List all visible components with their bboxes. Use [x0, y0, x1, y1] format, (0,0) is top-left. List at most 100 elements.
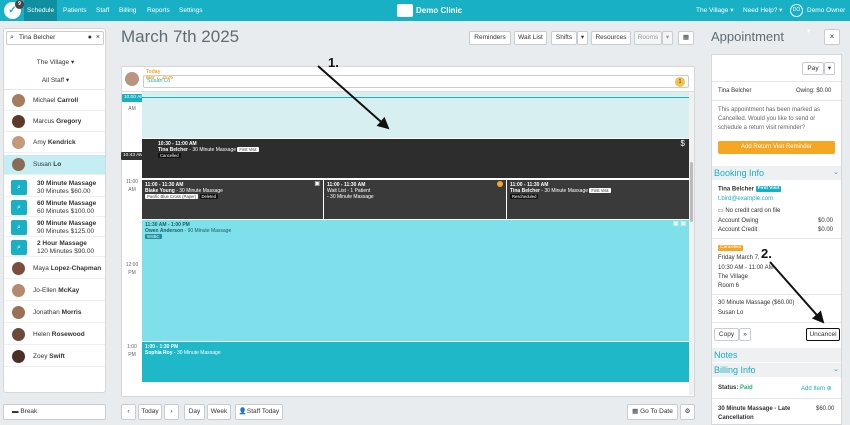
week-view-button[interactable]: Week — [207, 404, 231, 420]
calendar-view-button[interactable]: ▦ — [678, 31, 694, 45]
past-time-shade — [142, 92, 689, 138]
nav-staff[interactable]: Staff — [93, 0, 112, 21]
briefcase-icon: ▣ ▣ — [672, 221, 686, 227]
staff-row-jo-ellen-mckay[interactable]: Jo-Ellen McKay — [4, 281, 105, 301]
service-detail: 60 Minutes $100.00 — [37, 208, 95, 215]
add-item-button[interactable]: Add Item ⊕ — [801, 385, 832, 392]
calendar-scrollbar[interactable] — [689, 92, 694, 395]
staff-row-marcus-gregory[interactable]: Marcus Gregory — [4, 112, 105, 132]
owing-amount: Owing: $0.00 — [796, 88, 832, 94]
copy-button[interactable]: Copy — [714, 328, 739, 341]
nav-patients[interactable]: Patients — [60, 0, 90, 21]
booking-info-header[interactable]: Booking Info ⌄ — [712, 166, 841, 180]
staff-row-jonathan-morris[interactable]: Jonathan Morris — [4, 303, 105, 323]
reminders-button[interactable]: Reminders — [469, 31, 511, 45]
user-avatar[interactable]: DO — [790, 4, 803, 17]
nav-reports[interactable]: Reports — [144, 0, 173, 21]
appointment-waitlist[interactable]: 11:00 - 11:30 AM Wait List - 1 Patient -… — [324, 180, 506, 219]
shifts-button[interactable]: Shifts — [551, 31, 577, 45]
staff-name: Susan Lo — [33, 161, 62, 168]
staff-row-maya-lopez-chapman[interactable]: Maya Lopez-Chapman — [4, 259, 105, 279]
shifts-dropdown-toggle[interactable]: ▾ — [577, 31, 588, 45]
staff-row-susan-lo[interactable]: Susan Lo — [4, 155, 105, 175]
resources-button[interactable]: Resources — [591, 31, 631, 45]
avatar — [12, 306, 25, 319]
location-menu[interactable]: The Village ▾ — [693, 0, 736, 21]
clear-icon[interactable]: × — [96, 32, 100, 44]
service-row[interactable]: ⌕ 2 Hour Massage 120 Minutes $90.00 — [4, 237, 105, 257]
avatar — [12, 94, 25, 107]
nav-settings[interactable]: Settings — [176, 0, 206, 21]
status-badge: Rescheduled — [510, 194, 539, 199]
staff-row-michael-carroll[interactable]: Michael Carroll — [4, 91, 105, 111]
appointment-tina-belcher-cancelled[interactable]: 10:30 - 11:00 AM Tina Belcher - 30 Minut… — [142, 139, 689, 178]
staff-name: Jonathan Morris — [33, 309, 82, 316]
cancel-message: schedule a return visit reminder? — [718, 125, 806, 131]
service-row[interactable]: ⌕ 30 Minute Massage 30 Minutes $60.00 — [4, 177, 105, 197]
chevron-right-icon: › — [170, 408, 173, 415]
staff-filter-dropdown[interactable]: All Staff ▾ — [4, 76, 107, 84]
user-menu[interactable]: Demo Owner ▾ — [804, 0, 850, 35]
patient-name: Tina Belcher — [718, 88, 752, 94]
waitlist-button[interactable]: Wait List — [514, 31, 547, 45]
calendar-grid[interactable]: 10:30 - 11:00 AM Tina Belcher - 30 Minut… — [142, 92, 689, 395]
uncancel-button[interactable]: Uncancel — [806, 328, 840, 341]
appointment-blake-young[interactable]: 11:00 - 11:30 AM Blake Young - 30 Minute… — [142, 180, 323, 219]
rooms-dropdown-toggle[interactable]: ▾ — [662, 31, 673, 45]
patient-email[interactable]: t.bird@example.com — [718, 196, 773, 202]
nav-billing[interactable]: Billing — [116, 0, 139, 21]
clinic-brand: Demo Clinic — [397, 3, 462, 18]
booking-patient[interactable]: Tina Belcher First Visit — [718, 186, 782, 193]
appointment-tina-belcher-rescheduled[interactable]: 11:00 - 11:30 AM Tina Belcher - 30 Minut… — [507, 180, 689, 219]
staff-row-amy-kendrick[interactable]: Amy Kendrick — [4, 133, 105, 153]
first-visit-tag: First Visit — [237, 147, 259, 152]
day-view-button[interactable]: Day — [184, 404, 205, 420]
close-button[interactable]: × — [824, 29, 840, 45]
pay-button[interactable]: Pay — [802, 62, 824, 75]
avatar — [12, 262, 25, 275]
pay-dropdown-toggle[interactable]: ▾ — [824, 62, 835, 75]
time-label: 1:00 — [127, 344, 137, 350]
billing-info-header[interactable]: Billing Info ⌄ — [712, 363, 841, 377]
staff-name: Michael Carroll — [33, 97, 79, 104]
service-row[interactable]: ⌕ 90 Minute Massage 90 Minutes $125.00 — [4, 217, 105, 237]
appointment-count-badge: 1 — [675, 77, 685, 87]
break-button[interactable]: ▬ Break — [3, 404, 106, 420]
billing-item-price: $60.00 — [816, 406, 835, 412]
add-return-visit-reminder-button[interactable]: Add Return Visit Reminder — [718, 141, 835, 154]
today-button[interactable]: Today — [138, 404, 162, 420]
avatar — [12, 136, 25, 149]
prev-day-button[interactable]: ‹ — [121, 404, 136, 420]
staff-column-name: Susan Lo — [147, 78, 171, 84]
patient-search-input[interactable]: ⌕ Tina Belcher ● × — [6, 31, 104, 45]
avatar — [12, 284, 25, 297]
service-row[interactable]: ⌕ 60 Minute Massage 60 Minutes $100.00 — [4, 197, 105, 217]
staff-today-button[interactable]: 👤Staff Today — [235, 404, 283, 420]
more-button[interactable]: » — [739, 328, 751, 341]
staff-row-zoey-swift[interactable]: Zoey Swift — [4, 347, 105, 367]
appt-service: - 30 Minute Massage — [187, 147, 237, 153]
app-logo[interactable]: ✓ 9 — [4, 0, 24, 19]
appointment-owen-anderson[interactable]: 11:30 AM - 1:00 PM Owen Anderson - 90 Mi… — [142, 220, 689, 341]
avatar — [12, 350, 25, 363]
staff-name: Marcus Gregory — [33, 118, 82, 125]
scrollbar-thumb[interactable] — [690, 162, 693, 222]
go-to-date-button[interactable]: ▦ Go To Date — [627, 404, 678, 420]
nav-schedule[interactable]: Schedule — [24, 0, 58, 21]
calendar-icon: ▦ — [632, 408, 641, 415]
help-menu[interactable]: Need Help? ▾ — [740, 0, 785, 21]
search-icon: ⌕ — [10, 34, 14, 41]
person-icon[interactable]: ● — [88, 32, 92, 44]
notes-header[interactable]: Notes — [712, 348, 841, 362]
chevron-down-icon: ▾ — [580, 34, 585, 41]
location-filter-dropdown[interactable]: The Village ▾ — [4, 58, 107, 66]
staff-column-header[interactable]: Susan Lo 1 — [143, 75, 689, 88]
staff-row-helen-rosewood[interactable]: Helen Rosewood — [4, 325, 105, 345]
clinic-logo-icon — [397, 4, 413, 18]
next-day-button[interactable]: › — [164, 404, 179, 420]
staff-name: Helen Rosewood — [33, 331, 85, 338]
appointment-sophia-roy[interactable]: 1:00 - 1:30 PM Sophia Roy - 30 Minute Ma… — [142, 342, 689, 382]
search-value: Tina Belcher — [19, 34, 56, 41]
settings-button[interactable]: ⚙ — [680, 404, 695, 420]
rooms-button[interactable]: Rooms — [634, 31, 662, 45]
